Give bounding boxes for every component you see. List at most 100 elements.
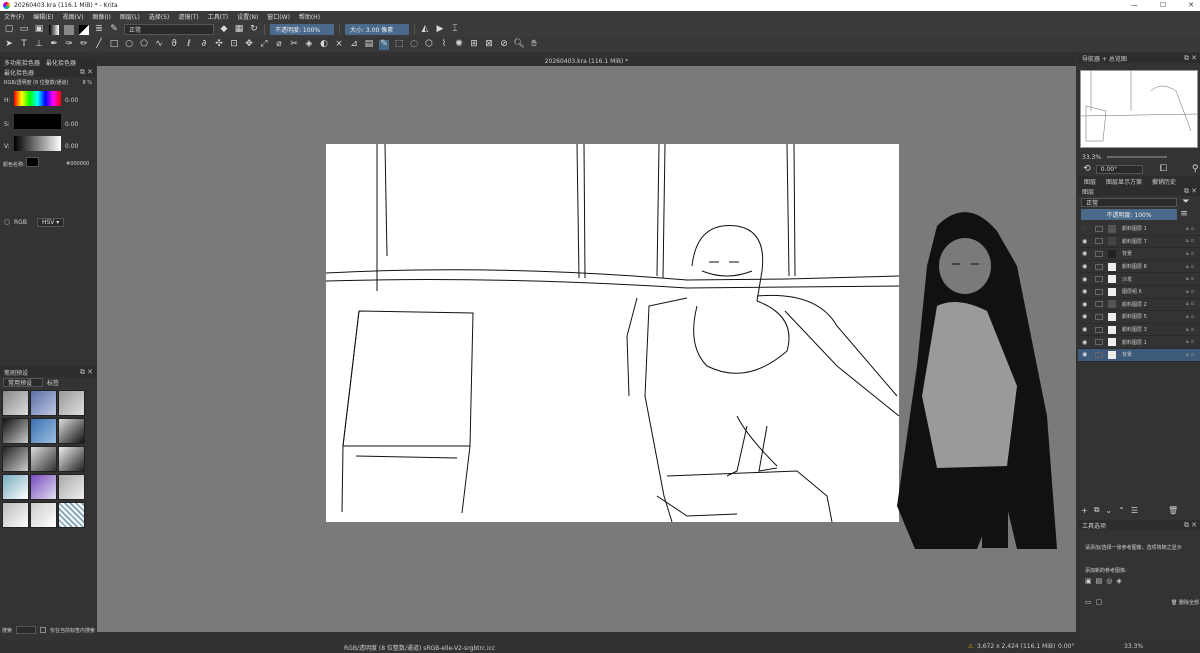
brush-preset-15[interactable]: [58, 502, 85, 528]
reference-images-icon[interactable]: ✎: [379, 39, 389, 50]
overview-close-icon[interactable]: ⧉ ✕: [1184, 54, 1197, 63]
visibility-icon[interactable]: ◉: [1082, 238, 1092, 245]
menu-layer[interactable]: 图层(L): [120, 12, 140, 21]
delete-layer-icon[interactable]: 🗑︎: [1168, 506, 1178, 515]
layer-row-selected[interactable]: ◉ 背景 🔒︎α: [1078, 348, 1200, 362]
eraser-icon[interactable]: ◆: [219, 25, 229, 35]
menu-tools[interactable]: 工具(T): [208, 12, 228, 21]
brush-preset-9[interactable]: [58, 446, 85, 472]
assistant-tool-icon[interactable]: ⨯: [334, 40, 344, 50]
brush-preset-5[interactable]: [30, 418, 57, 444]
overview-thumbnail[interactable]: [1080, 70, 1200, 148]
hue-value[interactable]: 0.00: [65, 97, 78, 104]
visibility-icon[interactable]: ◉: [1082, 313, 1092, 320]
visibility-icon[interactable]: ◉: [1082, 276, 1092, 283]
layer-row[interactable]: ◌ 颜料图层 1 🔒︎α: [1078, 223, 1200, 236]
overview-zoom-slider[interactable]: [1107, 156, 1168, 158]
ellipse-tool-icon[interactable]: ○: [124, 40, 134, 50]
wrap-around-icon[interactable]: ⌶: [450, 25, 460, 35]
brush-tag-button[interactable]: 标签: [47, 378, 59, 387]
menu-select[interactable]: 选择(S): [149, 12, 170, 21]
delete-all-button[interactable]: 🗑︎ 删除全部: [1171, 599, 1199, 606]
tab-layer-display[interactable]: 图层显示方案: [1106, 177, 1142, 186]
rgb-radio[interactable]: [4, 219, 10, 225]
layer-blend-select[interactable]: 正常: [1081, 197, 1177, 207]
tab-specific-color-selector[interactable]: 最化拾色器: [46, 58, 76, 67]
gradient-icon[interactable]: [49, 24, 59, 35]
brush-tag-select[interactable]: 常用预设: [3, 378, 43, 387]
layer-row[interactable]: ◉ 颜料图层 2 🔒︎α: [1078, 299, 1200, 312]
brush-preset-6[interactable]: [58, 418, 85, 444]
brush-preset-11[interactable]: [30, 474, 57, 500]
layer-row[interactable]: ◉ 图层组 6 🔒︎α: [1078, 286, 1200, 299]
freehand-path-icon[interactable]: ℓ: [184, 40, 194, 50]
alpha-lock-icon[interactable]: ▦: [234, 25, 244, 35]
polygon-select-icon[interactable]: ⬡: [424, 40, 434, 50]
ref-from-stack-icon[interactable]: ◈: [1116, 577, 1121, 585]
rect-select-icon[interactable]: ⬚: [394, 40, 404, 50]
menu-edit[interactable]: 编辑(E): [33, 12, 53, 21]
rectangle-tool-icon[interactable]: □: [109, 40, 119, 50]
move-up-icon[interactable]: ⌃: [1118, 506, 1125, 515]
menu-window[interactable]: 窗口(W): [267, 12, 290, 21]
menu-filter[interactable]: 滤镜(T): [178, 12, 198, 21]
magnetic-select-icon[interactable]: ⊘: [499, 40, 509, 50]
brush-size-field[interactable]: 大小: 3.00 像素: [345, 24, 409, 35]
visibility-icon[interactable]: ◉: [1082, 301, 1092, 308]
select-shapes-icon[interactable]: ➤: [4, 40, 14, 50]
visibility-icon[interactable]: ◌: [1082, 225, 1092, 232]
zoom-tool-icon[interactable]: 🔍︎: [513, 40, 524, 50]
brush-preset-14[interactable]: [30, 502, 57, 528]
layer-row[interactable]: ◉ 颜料图层 8 🔒︎α: [1078, 261, 1200, 274]
zoom-status[interactable]: 33.3%: [1124, 643, 1143, 650]
menu-settings[interactable]: 设置(N): [237, 12, 258, 21]
visibility-icon[interactable]: ◉: [1082, 250, 1092, 257]
pen-icon[interactable]: ✑: [64, 40, 74, 50]
current-color-swatch[interactable]: [26, 157, 39, 167]
dynamic-brush-icon[interactable]: ∂: [199, 40, 209, 50]
hue-slider[interactable]: [14, 91, 61, 106]
visibility-icon[interactable]: ◉: [1082, 263, 1092, 270]
panel-close-icon[interactable]: ⧉ ✕: [80, 68, 93, 77]
close-button[interactable]: ✕: [1188, 1, 1194, 9]
swap-colors-icon[interactable]: [79, 24, 89, 35]
freehand-brush-icon[interactable]: ✏: [79, 40, 89, 50]
contiguous-select-icon[interactable]: ✺: [454, 40, 464, 50]
bezier-tool-icon[interactable]: ϑ: [169, 40, 179, 50]
visibility-icon[interactable]: ◉: [1082, 288, 1092, 295]
brush-settings-icon[interactable]: ≣: [94, 25, 104, 35]
open-icon[interactable]: ▭: [19, 25, 29, 35]
mirror-horizontal-icon[interactable]: ◭: [420, 25, 430, 35]
color-picker-icon[interactable]: ⌀: [274, 40, 284, 50]
layer-filter-icon[interactable]: ⏷: [1181, 197, 1191, 207]
measure-tool-icon[interactable]: ⊿: [349, 40, 359, 50]
add-ref-image-icon[interactable]: ▣: [1085, 577, 1092, 585]
rotation-field[interactable]: 0.00°: [1095, 164, 1143, 174]
brush-preset-13[interactable]: [2, 502, 29, 528]
ellipse-select-icon[interactable]: ◌: [409, 40, 419, 50]
value-value[interactable]: 0.00: [65, 143, 78, 150]
brush-search-input[interactable]: [16, 626, 37, 634]
layer-properties-icon[interactable]: ☰: [1131, 506, 1138, 515]
smart-patch-icon[interactable]: ✂: [289, 40, 299, 50]
add-layer-icon[interactable]: +: [1081, 506, 1088, 515]
canvas-artwork[interactable]: [97, 66, 1076, 632]
brush-preset-7[interactable]: [2, 446, 29, 472]
brush-preset-12[interactable]: [58, 474, 85, 500]
visibility-icon[interactable]: ◉: [1082, 339, 1092, 346]
pin-icon[interactable]: ⚲: [1190, 164, 1200, 174]
rotate-icon[interactable]: ⟲: [1082, 164, 1092, 174]
load-ref-icon[interactable]: ▭: [1085, 598, 1092, 606]
polyline-tool-icon[interactable]: ∿: [154, 40, 164, 50]
line-tool-icon[interactable]: ╱: [94, 40, 104, 50]
tab-undo-history[interactable]: 撤销历史: [1152, 177, 1176, 186]
brush-panel-close-icon[interactable]: ⧉ ✕: [80, 368, 93, 377]
layer-opacity-menu-icon[interactable]: ≡: [1179, 210, 1189, 220]
canvas-area[interactable]: [97, 66, 1076, 632]
brush-preset-8[interactable]: [30, 446, 57, 472]
edit-shapes-icon[interactable]: ⊥: [34, 40, 44, 50]
brush-preset-1[interactable]: [2, 390, 29, 416]
filter-checkbox[interactable]: [40, 627, 47, 633]
reference-tool-icon[interactable]: ▤: [364, 40, 374, 50]
brush-preset-icon[interactable]: ✎: [109, 25, 119, 35]
